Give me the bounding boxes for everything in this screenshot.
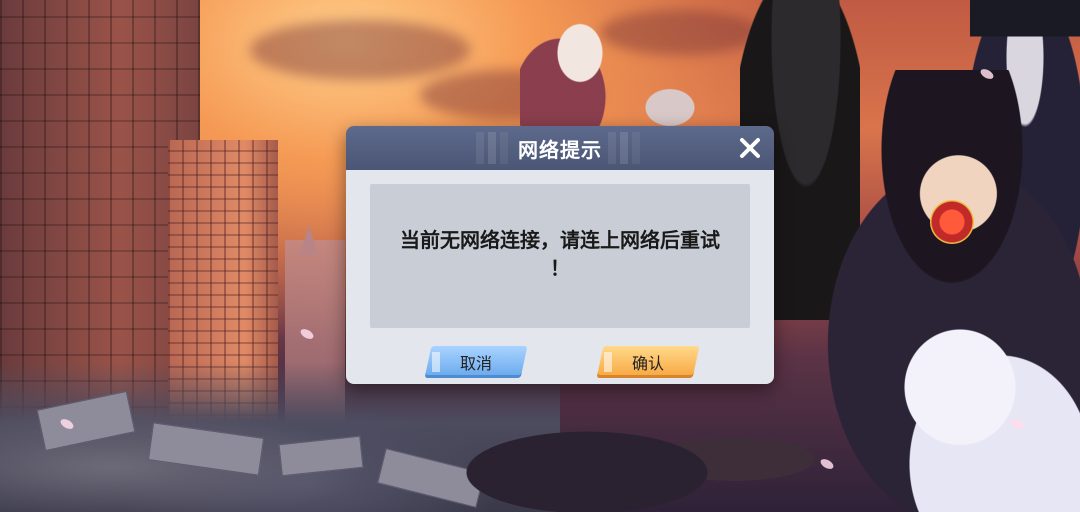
cancel-button-label: 取消	[459, 354, 492, 373]
confirm-button[interactable]: 确认	[596, 346, 700, 378]
network-alert-dialog: 网络提示 当前无网络连接，请连上网络后重试 ！ 取消 确认	[346, 126, 774, 384]
dialog-header: 网络提示	[346, 126, 774, 170]
close-icon	[740, 138, 760, 158]
dialog-title: 网络提示	[518, 137, 602, 162]
header-pattern	[476, 132, 516, 164]
message-text: 当前无网络连接，请连上网络后重试 ！	[380, 226, 740, 282]
dialog-body: 当前无网络连接，请连上网络后重试 ！ 取消 确认	[346, 170, 774, 384]
button-shine	[432, 352, 440, 372]
confirm-button-label: 确认	[631, 354, 664, 373]
message-panel: 当前无网络连接，请连上网络后重试 ！	[370, 184, 750, 328]
cancel-button[interactable]: 取消	[424, 346, 528, 378]
message-line-1: 当前无网络连接，请连上网络后重试	[400, 228, 720, 252]
message-line-2: ！	[550, 256, 570, 280]
header-pattern	[608, 132, 648, 164]
button-shine	[604, 352, 612, 372]
close-button[interactable]	[736, 134, 764, 162]
game-scene: 网络提示 当前无网络连接，请连上网络后重试 ！ 取消 确认	[0, 0, 1080, 512]
